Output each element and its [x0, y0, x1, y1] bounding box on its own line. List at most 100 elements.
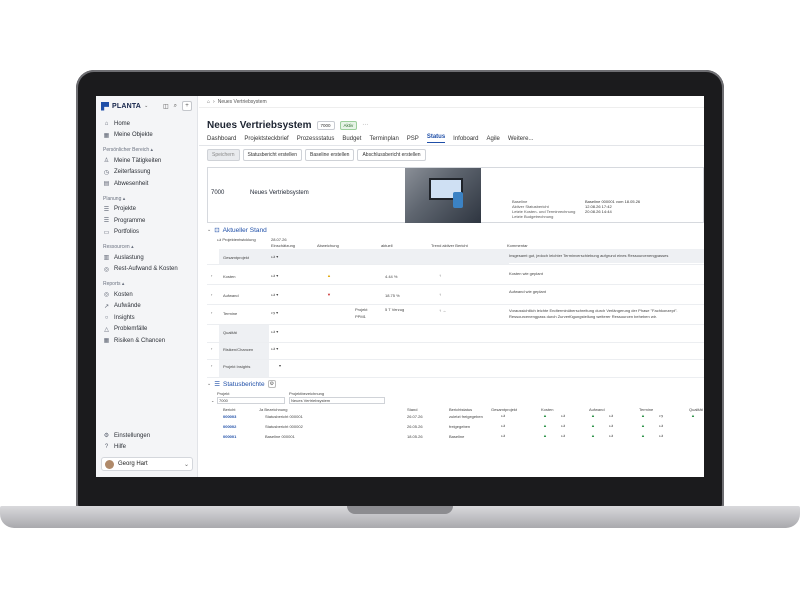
sidebar-item-zeiterfassung[interactable]: ◷ Zeiterfassung — [96, 167, 197, 179]
col-header-deviation: Abweichung — [317, 243, 339, 248]
sidebar-item-insights[interactable]: ○ Insights — [96, 312, 197, 324]
col-bezeichnung: Ja Bezeichnung — [259, 407, 288, 412]
sidebar-item-label: Home — [114, 120, 131, 127]
home-icon: ⌂ — [104, 120, 109, 127]
tab-prozessstatus[interactable]: Prozessstatus — [297, 136, 335, 142]
sidebar-item-einstellungen[interactable]: ⚙ Einstellungen — [96, 430, 198, 442]
collapse-icon[interactable]: ⌄ — [211, 398, 214, 403]
breadcrumb-item[interactable]: Neues Vertriebsystem — [218, 99, 267, 105]
thumbs-up-icon: 👍︎ — [501, 413, 506, 418]
sidebar-item-label: Portfolios — [114, 229, 140, 236]
create-status-report-button[interactable]: Statusbericht erstellen — [242, 149, 302, 161]
thumbs-up-icon[interactable]: 👍︎ ▾ — [271, 346, 278, 352]
sidebar-item-rest-aufwand[interactable]: ◎ Rest-Aufwand & Kosten — [96, 264, 197, 276]
home-icon[interactable]: ⌂ — [207, 99, 210, 105]
comment-aufwand: Aufwand wie geplant — [509, 289, 546, 294]
section-current-status-header[interactable]: ⌄ ⊡ Aktueller Stand — [207, 226, 267, 235]
more-menu-button[interactable]: ··· — [362, 122, 368, 128]
col-header-assessment: Einschätzung — [271, 243, 296, 248]
sidebar-item-aufwaende[interactable]: ↗ Aufwände — [96, 301, 197, 313]
thumbs-up-icon[interactable]: 👍︎ ▾ — [271, 254, 278, 260]
tab-projektsteckbrief[interactable]: Projektsteckbrief — [244, 136, 288, 142]
tab-budget[interactable]: Budget — [342, 136, 361, 142]
add-button[interactable]: + — [182, 101, 192, 111]
sidebar-item-projekte[interactable]: ☰ Projekte — [96, 204, 197, 216]
tab-weitere[interactable]: Weitere... — [508, 136, 534, 142]
sidebar-item-problemfaelle[interactable]: △ Problemfälle — [96, 324, 197, 336]
sidebar-item-taetigkeiten[interactable]: ♙ Meine Tätigkeiten — [96, 155, 197, 167]
thumbs-up-icon: 👍︎ — [501, 423, 506, 428]
sidebar-item-label: Zeiterfassung — [114, 169, 151, 176]
chevron-down-icon: ⌄ — [207, 227, 212, 233]
thumbs-up-icon[interactable]: 👍︎ ▾ — [271, 292, 278, 298]
expand-chevron-icon[interactable]: › — [211, 310, 212, 315]
thumbs-up-icon[interactable]: 👍︎ ▾ — [271, 329, 278, 335]
sidebar-item-label: Aufwände — [114, 303, 141, 310]
sidebar-item-meine-objekte[interactable]: ▦ Meine Objekte — [96, 130, 197, 142]
col-header-comment: Kommentar — [507, 243, 528, 248]
tab-infoboard[interactable]: Infoboard — [453, 136, 478, 142]
col-termine: Termine — [639, 407, 654, 412]
up-indicator-icon: ▲ — [641, 433, 645, 438]
sidebar-item-portfolios[interactable]: ▭ Portfolios — [96, 227, 197, 239]
section-header-reports[interactable]: Reports ▴ — [96, 275, 197, 289]
dropdown-caret-icon[interactable]: ▾ — [279, 363, 281, 368]
screen: PLANTA ⌄ ◫ ⌕ + ⌂ Home ▦ Meine Objekte Pers… — [96, 96, 704, 477]
report-date: 26.05.26 — [407, 424, 423, 429]
list-icon: ☰ — [214, 381, 221, 388]
sidebar-item-abwesenheit[interactable]: ▤ Abwesenheit — [96, 178, 197, 190]
report-id-link[interactable]: 000003 — [223, 414, 236, 419]
section-status-reports-header[interactable]: ⌄ ☰ Statusberichte ⚙ — [207, 380, 277, 388]
expand-chevron-icon[interactable]: › — [211, 363, 212, 368]
sidebar-item-kosten[interactable]: ◎ Kosten — [96, 289, 197, 301]
thumbs-up-icon: 👍︎ — [659, 433, 664, 438]
sidebar-item-home[interactable]: ⌂ Home — [96, 118, 197, 130]
thumbs-up-icon: 👍︎ — [609, 413, 614, 418]
up-indicator-icon: ▲ — [691, 413, 695, 418]
section-header-persoenlich[interactable]: Persönlicher Bereich ▴ — [96, 141, 197, 155]
search-icon[interactable]: ⌕ — [174, 103, 177, 110]
value-kosten: 4.44 % — [385, 274, 398, 279]
user-menu[interactable]: Georg Hart ⌄ — [101, 457, 193, 471]
main-area: ⌂ › Neues Vertriebsystem Neues Vertriebsy… — [199, 96, 704, 477]
report-id-link[interactable]: 000002 — [223, 424, 236, 429]
thumbs-down-icon[interactable]: 👎︎ ▾ — [271, 310, 278, 316]
col-stand: Stand — [407, 407, 418, 412]
person-icon: ♙ — [103, 158, 110, 165]
up-indicator-icon: ▲ — [543, 423, 547, 428]
summary-project-name: Neues Vertriebsystem — [250, 190, 309, 196]
save-button[interactable]: Speichern — [207, 149, 240, 161]
section-header-planung[interactable]: Planung ▴ — [96, 190, 197, 204]
thumbs-up-icon[interactable]: 👍︎ ▾ — [271, 273, 278, 279]
create-final-report-button[interactable]: Abschlussbericht erstellen — [357, 149, 426, 161]
settings-icon[interactable]: ⚙ — [267, 380, 277, 388]
sidebar-item-hilfe[interactable]: ? Hilfe — [96, 442, 198, 454]
create-baseline-button[interactable]: Baseline erstellen — [305, 149, 355, 161]
sidebar-item-risiken[interactable]: ▦ Risiken & Chancen — [96, 335, 197, 347]
expand-chevron-icon[interactable]: › — [211, 346, 212, 351]
row-divider — [207, 264, 704, 265]
tab-dashboard[interactable]: Dashboard — [207, 136, 236, 142]
section-header-ressourcen[interactable]: Ressourcen ▴ — [96, 238, 197, 252]
layout-icon[interactable]: ◫ — [163, 103, 169, 110]
tab-terminplan[interactable]: Terminplan — [369, 136, 398, 142]
project-id-field[interactable]: 7000 — [217, 397, 285, 404]
expand-chevron-icon[interactable]: › — [211, 292, 212, 297]
row-divider — [207, 342, 704, 343]
report-id-link[interactable]: 000001 — [223, 434, 236, 439]
sidebar-item-auslastung[interactable]: ▥ Auslastung — [96, 252, 197, 264]
project-image — [405, 168, 481, 223]
sidebar-item-programme[interactable]: ☰ Programme — [96, 215, 197, 227]
chevron-down-icon[interactable]: ⌄ — [144, 103, 148, 109]
project-name-field[interactable]: Neues Vertriebsystem — [289, 397, 385, 404]
summary-meta-labels: Baseline Aktiver Statusbericht Letzte Ko… — [512, 199, 576, 219]
brand-name[interactable]: PLANTA — [112, 103, 141, 110]
sidebar-item-label: Programme — [114, 217, 146, 224]
tab-psp[interactable]: PSP — [407, 136, 419, 142]
col-berichtstatus: Berichtstatus — [449, 407, 473, 412]
summary-meta-values: Baseline 000001 vom 18.05.26 12.08.26 17… — [585, 199, 641, 214]
tab-agile[interactable]: Agile — [487, 136, 500, 142]
tab-status[interactable]: Status — [426, 134, 446, 143]
expand-chevron-icon[interactable]: › — [211, 273, 212, 278]
avatar — [105, 459, 114, 469]
